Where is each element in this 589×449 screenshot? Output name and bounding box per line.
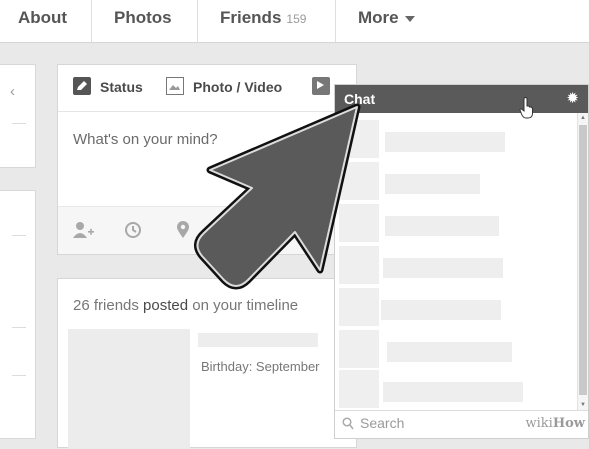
pointer-arrow-icon [194,103,361,290]
